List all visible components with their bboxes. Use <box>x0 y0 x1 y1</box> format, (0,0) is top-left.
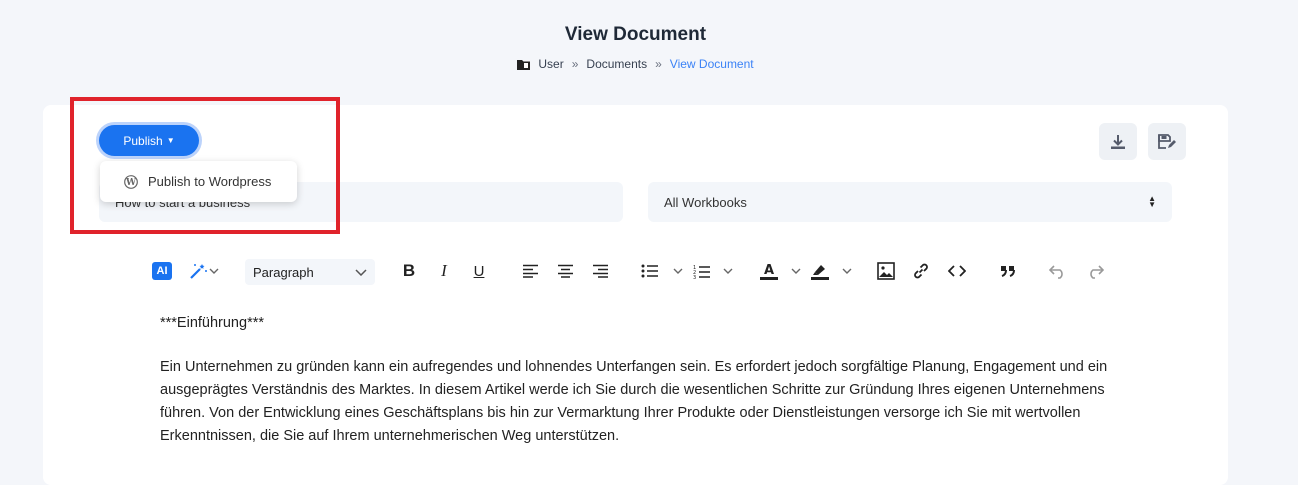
align-right-button[interactable] <box>590 258 610 284</box>
folder-icon <box>517 59 531 70</box>
chevron-down-icon <box>842 268 852 274</box>
caret-down-icon: ▼ <box>166 135 175 145</box>
underline-button[interactable]: U <box>470 258 488 284</box>
text-color-icon: A <box>760 263 778 280</box>
workbook-select[interactable]: All Workbooks ▲ ▼ <box>648 182 1172 222</box>
save-edit-button[interactable] <box>1148 123 1186 160</box>
wordpress-icon: W <box>124 174 138 189</box>
redo-icon <box>1090 265 1104 279</box>
undo-button[interactable] <box>1048 258 1068 284</box>
align-right-icon <box>592 264 608 278</box>
text-color-button[interactable]: A <box>759 258 801 284</box>
publish-button[interactable]: Publish ▼ <box>99 125 199 156</box>
publish-to-wordpress-item[interactable]: W Publish to Wordpress <box>100 161 297 202</box>
download-button[interactable] <box>1099 123 1137 160</box>
insert-link-button[interactable] <box>911 258 931 284</box>
bold-icon: B <box>402 261 416 280</box>
align-left-button[interactable] <box>520 258 540 284</box>
code-button[interactable] <box>946 258 968 284</box>
redo-button[interactable] <box>1085 258 1105 284</box>
page-title: View Document <box>564 24 707 45</box>
workbook-select-value: All Workbooks <box>664 194 747 210</box>
code-icon <box>948 265 966 277</box>
blockquote-button[interactable] <box>998 258 1018 284</box>
document-paragraph: Ein Unternehmen zu gründen kann ein aufr… <box>160 359 1108 444</box>
chevron-down-icon <box>791 268 801 274</box>
italic-icon: I <box>441 261 447 280</box>
download-icon <box>1111 134 1125 149</box>
document-heading: ***Einführung*** <box>160 315 264 331</box>
save-edit-icon <box>1158 133 1176 149</box>
align-left-icon <box>522 264 538 278</box>
svg-text:W: W <box>125 178 137 188</box>
highlight-color-button[interactable] <box>810 258 852 284</box>
undo-icon <box>1049 265 1063 279</box>
image-icon <box>877 262 895 280</box>
publish-dropdown-menu: W Publish to Wordpress <box>100 161 297 202</box>
quote-icon <box>1001 266 1015 277</box>
publish-label: Publish <box>123 133 163 148</box>
highlighter-icon <box>811 265 829 280</box>
breadcrumb: User » Documents » View Document <box>0 57 1271 71</box>
link-icon <box>914 263 928 279</box>
align-center-icon <box>557 264 573 278</box>
numbered-list-button[interactable]: 1 2 3 <box>693 258 733 284</box>
chevron-down-icon <box>723 268 733 274</box>
bold-button[interactable]: B <box>400 258 418 284</box>
breadcrumb-current: View Document <box>669 57 754 71</box>
menu-item-label: Publish to Wordpress <box>148 174 272 189</box>
numbered-list-icon: 1 2 3 <box>693 265 710 279</box>
document-editor-content[interactable]: ***Einführung*** Ein Unternehmen zu grün… <box>160 312 1140 469</box>
svg-text:3: 3 <box>693 275 696 279</box>
svg-text:A: A <box>764 263 774 278</box>
breadcrumb-user[interactable]: User <box>538 57 563 71</box>
chevron-down-icon <box>673 268 683 274</box>
align-center-button[interactable] <box>555 258 575 284</box>
breadcrumb-separator: » <box>571 57 579 71</box>
bulleted-list-icon <box>641 264 658 278</box>
editor-toolbar-formatting: B I U 1 2 3 A <box>0 258 1298 284</box>
bulleted-list-button[interactable] <box>641 258 683 284</box>
select-arrows-icon: ▲ ▼ <box>1148 194 1156 209</box>
breadcrumb-documents[interactable]: Documents <box>586 57 647 71</box>
insert-image-button[interactable] <box>876 258 896 284</box>
breadcrumb-separator: » <box>655 57 662 71</box>
italic-button[interactable]: I <box>435 258 453 284</box>
underline-icon: U <box>473 262 485 280</box>
